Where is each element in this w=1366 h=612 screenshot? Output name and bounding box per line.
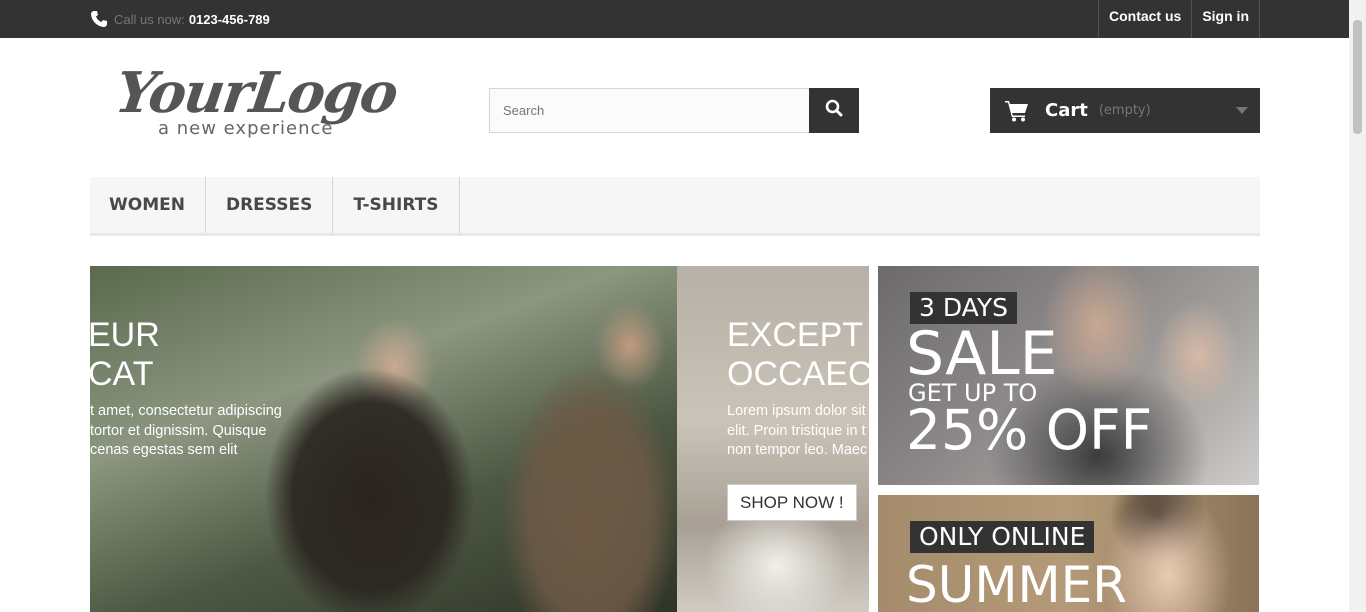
slide-heading: EXCEPT OCCAEC [727, 316, 869, 394]
slide-text-line: Lorem ipsum dolor sit [727, 403, 866, 419]
logo[interactable]: YourLogo a new experience [111, 60, 401, 145]
summer-banner[interactable]: ONLY ONLINE SUMMER [878, 495, 1259, 612]
slide-text-line: elit. Proin tristique in t [727, 422, 866, 439]
homepage-slider[interactable]: EUR CAT t amet, consectetur adipiscing t… [90, 266, 869, 612]
phone-icon [90, 10, 108, 28]
banner-heading: SALE [906, 319, 1058, 389]
sign-in-link[interactable]: Sign in [1191, 0, 1260, 38]
search-icon [825, 99, 843, 122]
slide-text: t amet, consectetur adipiscing tortor et… [90, 402, 320, 461]
search-block [489, 88, 859, 133]
slide-text-line: non tempor leo. Maec [727, 442, 868, 458]
slide-image[interactable]: EXCEPT OCCAEC Lorem ipsum dolor sit elit… [677, 266, 869, 612]
banner-heading: SUMMER [906, 556, 1127, 612]
shop-now-button[interactable]: SHOP NOW ! [727, 484, 857, 521]
logo-script: YourLogo [111, 60, 401, 126]
slide-text: Lorem ipsum dolor sit elit. Proin tristi… [727, 402, 869, 461]
page-scrollbar[interactable] [1349, 0, 1366, 612]
slide-image[interactable]: EUR CAT t amet, consectetur adipiscing t… [90, 266, 677, 612]
main-menu: Women Dresses T-shirts [90, 177, 1260, 236]
slide-text-line: cenas egestas sem elit [90, 442, 238, 458]
cart-button[interactable]: Cart (empty) [990, 88, 1260, 133]
menu-item-women[interactable]: Women [90, 177, 206, 233]
chevron-down-icon [1236, 107, 1248, 114]
scrollbar-thumb[interactable] [1353, 20, 1362, 134]
banner-tag: ONLY ONLINE [910, 521, 1095, 553]
slide-heading-line: EXCEPT [727, 316, 864, 354]
header-links: Contact us Sign in [1097, 0, 1260, 38]
cart-icon [1005, 100, 1029, 122]
menu-item-t-shirts[interactable]: T-shirts [333, 177, 460, 233]
call-label: Call us now: [114, 11, 185, 27]
search-button[interactable] [809, 88, 859, 133]
slide-text-line: t amet, consectetur adipiscing [90, 403, 282, 419]
cart-label: Cart [1045, 100, 1088, 121]
slide-text-line: tortor et dignissim. Quisque [90, 422, 267, 439]
menu-item-dresses[interactable]: Dresses [206, 177, 334, 233]
slide-heading: EUR CAT [90, 316, 160, 394]
banner-discount: 25% OFF [906, 398, 1153, 462]
slide-heading-line: OCCAEC [727, 355, 869, 393]
contact-us-link[interactable]: Contact us [1097, 0, 1191, 38]
call-us: Call us now: 0123-456-789 [90, 7, 270, 31]
phone-number: 0123-456-789 [188, 11, 270, 27]
top-bar: Call us now: 0123-456-789 Contact us Sig… [0, 0, 1366, 38]
slide-heading-line: EUR [90, 316, 160, 354]
sale-banner[interactable]: 3 DAYS SALE GET UP TO 25% OFF [878, 266, 1259, 485]
search-input[interactable] [489, 88, 810, 133]
slide-heading-line: CAT [90, 355, 154, 393]
logo-tagline: a new experience [158, 118, 334, 139]
cart-status: (empty) [1098, 103, 1151, 118]
